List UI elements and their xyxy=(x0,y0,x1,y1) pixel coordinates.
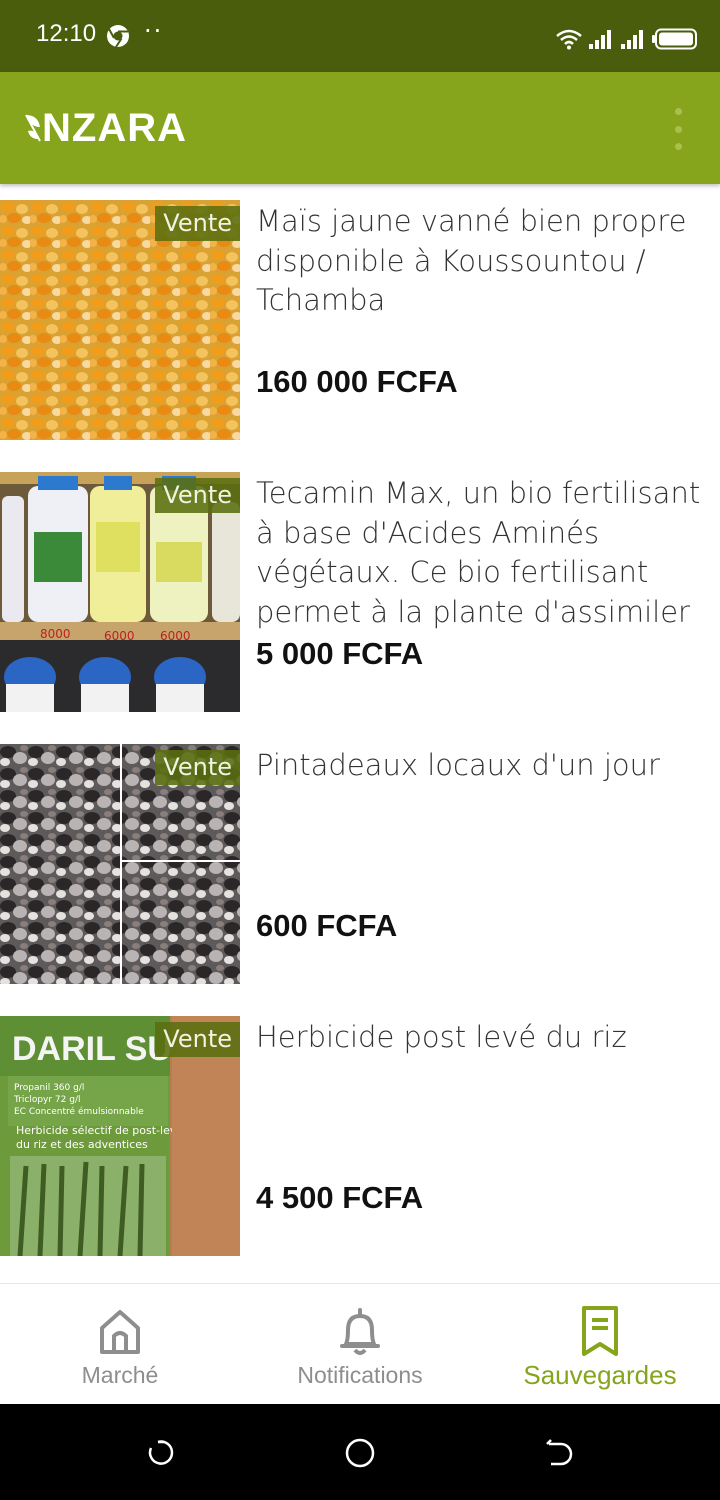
listing-title: Herbicide post levé du riz xyxy=(256,1020,627,1054)
signal-icon xyxy=(589,30,611,49)
logo-text: NZARA xyxy=(42,106,187,150)
nav-label: Notifications xyxy=(297,1362,423,1388)
nav-marche[interactable]: Marché xyxy=(0,1284,240,1405)
listing-item[interactable]: Vente Maïs jaune vanné bien propre dispo… xyxy=(0,200,720,440)
svg-text:Triclopyr 72 g/l: Triclopyr 72 g/l xyxy=(13,1095,81,1105)
listing-badge: Vente xyxy=(155,206,240,241)
bottom-navigation: Marché Notifications Sauvegardes xyxy=(0,1283,720,1404)
system-navigation-bar xyxy=(0,1404,720,1500)
listing-price: 600 FCFA xyxy=(256,908,398,943)
nav-label: Marché xyxy=(81,1362,159,1388)
app-bar: NZARA xyxy=(0,72,720,184)
listing-image-chicks: Vente xyxy=(0,744,240,984)
listing-item[interactable]: DARIL SU Propanil 360 g/l Triclopyr 72 g… xyxy=(0,1016,720,1256)
status-bar: 12:10 ·· xyxy=(0,0,720,72)
home-circle-icon[interactable] xyxy=(345,1438,375,1468)
bell-icon xyxy=(340,1308,380,1355)
nav-label: Sauvegardes xyxy=(523,1360,677,1390)
chrome-icon xyxy=(107,25,129,48)
svg-text:EC Concentré émulsionnable: EC Concentré émulsionnable xyxy=(14,1106,144,1117)
listing-image-herbicide: DARIL SU Propanil 360 g/l Triclopyr 72 g… xyxy=(0,1016,240,1256)
listing-item[interactable]: 8000 6000 6000 Vente Tecamin Max, un bio… xyxy=(0,472,720,712)
nav-notifications[interactable]: Notifications xyxy=(240,1284,480,1405)
listing-price: 5 000 FCFA xyxy=(256,636,424,671)
svg-text:8000: 8000 xyxy=(40,627,71,641)
status-time: 12:10 xyxy=(36,20,97,47)
listing-item[interactable]: Vente Pintadeaux locaux d'un jour 600 FC… xyxy=(0,744,720,984)
recents-icon[interactable] xyxy=(145,1438,175,1468)
app-logo: NZARA xyxy=(24,108,187,148)
listing-badge: Vente xyxy=(155,1022,240,1057)
listings-list: Vente Maïs jaune vanné bien propre dispo… xyxy=(0,200,720,1288)
svg-text:DARIL SU: DARIL SU xyxy=(12,1030,172,1068)
back-icon[interactable] xyxy=(545,1438,575,1468)
listing-badge: Vente xyxy=(155,750,240,785)
listing-title: Maïs jaune vanné bien propre disponible … xyxy=(256,204,687,317)
listing-image-fertilizer: 8000 6000 6000 Vente xyxy=(0,472,240,712)
svg-text:Herbicide sélectif de post-lev: Herbicide sélectif de post-levée xyxy=(16,1124,190,1137)
listing-title: Tecamin Max, un bio fertilisant à base d… xyxy=(256,476,701,629)
battery-icon xyxy=(652,28,697,50)
overflow-menu-icon[interactable] xyxy=(670,108,686,150)
signal-icon xyxy=(621,30,643,49)
listing-title: Pintadeaux locaux d'un jour xyxy=(256,748,660,782)
svg-text:Propanil 360 g/l: Propanil 360 g/l xyxy=(14,1083,84,1093)
status-dots: ·· xyxy=(144,17,164,45)
nav-sauvegardes[interactable]: Sauvegardes xyxy=(480,1284,720,1405)
listing-image-maize: Vente xyxy=(0,200,240,440)
bookmark-icon xyxy=(582,1306,618,1356)
status-icons xyxy=(556,22,698,50)
home-icon xyxy=(100,1310,140,1354)
svg-text:du riz et des adventices: du riz et des adventices xyxy=(16,1138,148,1151)
listing-price: 160 000 FCFA xyxy=(256,364,458,399)
listing-badge: Vente xyxy=(155,478,240,513)
listing-price: 4 500 FCFA xyxy=(256,1180,424,1215)
wifi-icon xyxy=(556,29,582,50)
